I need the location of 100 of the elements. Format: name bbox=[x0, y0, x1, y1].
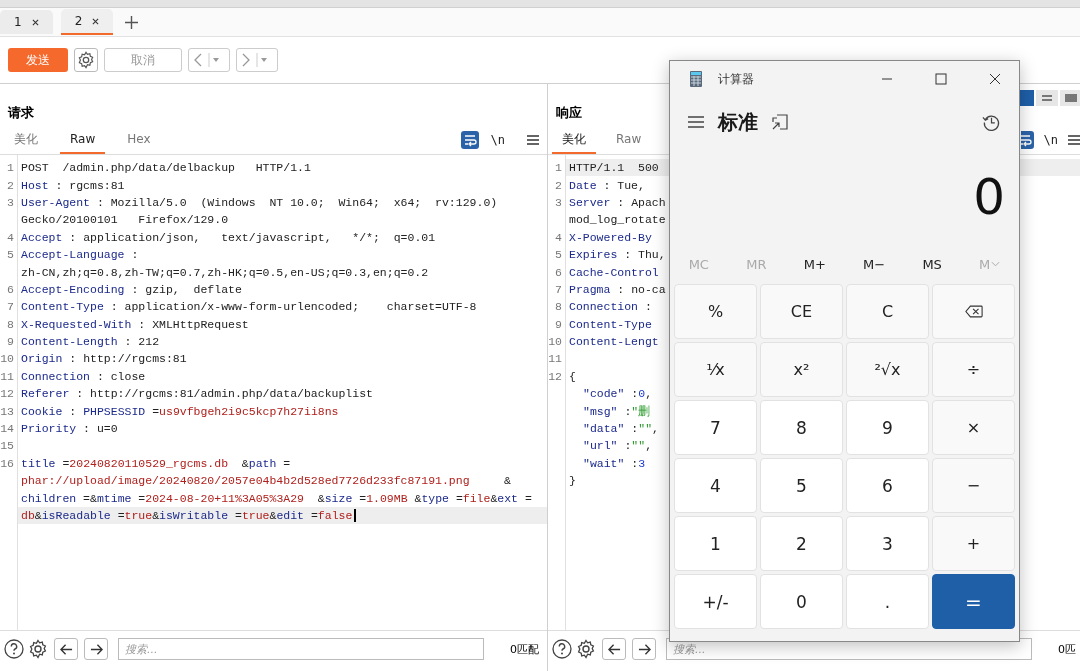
view-tab[interactable]: 美化 bbox=[4, 126, 48, 154]
code-line: Content-Type : application/x-www-form-urlencoded; charset=UTF-8 bbox=[20, 300, 477, 314]
calculator-key[interactable]: 2 bbox=[760, 516, 843, 571]
line-number: 11 bbox=[0, 369, 15, 383]
code-line: Content-Lengt bbox=[568, 335, 659, 349]
code-line: Pragma : no-ca bbox=[568, 282, 666, 296]
panel-title: 响应 bbox=[556, 104, 582, 122]
code-line: Expires : Thu, bbox=[568, 248, 666, 262]
newline-toggle[interactable]: \n bbox=[1043, 133, 1058, 147]
memory-button[interactable]: M− bbox=[863, 256, 886, 272]
repeater-tab[interactable]: 2 bbox=[60, 9, 114, 35]
code-line: "wait" :3 bbox=[582, 456, 646, 470]
calculator-key[interactable]: 9 bbox=[846, 400, 929, 455]
calculator-key[interactable]: 5 bbox=[760, 458, 843, 513]
code-line: "msg" :"删 bbox=[582, 403, 651, 419]
code-line: mod_log_rotate bbox=[568, 213, 666, 227]
calculator-key[interactable]: × bbox=[932, 400, 1015, 455]
calculator-key[interactable]: 6 bbox=[846, 458, 929, 513]
code-line: Priority : u=0 bbox=[20, 422, 118, 436]
line-number: 13 bbox=[0, 404, 15, 418]
code-line: Cookie : PHPSESSID =us9vfbgeh2i9c5kcp7h27ii8ns bbox=[20, 404, 339, 418]
code-line: Accept-Language : bbox=[20, 248, 139, 262]
panel-title: 请求 bbox=[8, 104, 34, 122]
memory-button[interactable]: M+ bbox=[803, 256, 826, 272]
calculator-key[interactable]: x² bbox=[760, 342, 843, 397]
calculator-key[interactable]: − bbox=[932, 458, 1015, 513]
code-line: Connection : bbox=[568, 300, 652, 314]
line-number: 7 bbox=[554, 282, 563, 296]
line-number: 4 bbox=[6, 230, 15, 244]
line-number: 7 bbox=[6, 300, 15, 314]
repeater-tab[interactable]: 1 bbox=[0, 10, 53, 34]
code-line: phar://upload/image/20240820/2057e04b4b2d528ed7726d233fc87191.png & bbox=[20, 474, 511, 488]
calculator-key[interactable]: . bbox=[846, 574, 929, 629]
code-line: Content-Length : 212 bbox=[20, 335, 160, 349]
code-line: Referer : http://rgcms:81/admin.php/data/backuplist bbox=[20, 387, 373, 401]
code-line: Date : Tue, bbox=[568, 178, 645, 192]
code-line: POST /admin.php/data/delbackup HTTP/1.1 bbox=[20, 161, 311, 175]
match-count: 0匹 bbox=[1058, 641, 1076, 657]
line-number: 16 bbox=[0, 456, 15, 470]
mode-title: 标准 bbox=[718, 108, 758, 136]
calculator-key[interactable]: ¹⁄x bbox=[674, 342, 757, 397]
calculator-key[interactable]: 4 bbox=[674, 458, 757, 513]
code-line: } bbox=[568, 474, 576, 488]
line-number: 6 bbox=[6, 282, 15, 296]
calculator-key[interactable]: C bbox=[846, 284, 929, 339]
line-number: 6 bbox=[554, 265, 563, 279]
line-number: 2 bbox=[6, 178, 15, 192]
line-number: 2 bbox=[554, 178, 563, 192]
code-line: Host : rgcms:81 bbox=[20, 178, 125, 192]
calculator-key[interactable]: 0 bbox=[760, 574, 843, 629]
code-line: Content-Type bbox=[568, 317, 652, 331]
line-number: 9 bbox=[6, 335, 15, 349]
line-number: 3 bbox=[6, 195, 15, 209]
calculator-key[interactable]: +/- bbox=[674, 574, 757, 629]
code-line: title =20240820110529_rgcms.db &path = bbox=[20, 456, 291, 470]
code-line: Connection : close bbox=[20, 369, 146, 383]
view-tab[interactable]: Raw bbox=[606, 126, 652, 154]
calculator-key[interactable]: ÷ bbox=[932, 342, 1015, 397]
search-field[interactable]: 搜索... bbox=[118, 638, 484, 660]
line-number: 5 bbox=[6, 248, 15, 262]
line-number: 8 bbox=[554, 300, 563, 314]
calculator-key[interactable]: 7 bbox=[674, 400, 757, 455]
view-tab[interactable]: Raw bbox=[60, 126, 106, 154]
code-line: "code" :0, bbox=[582, 387, 653, 401]
line-number: 12 bbox=[548, 369, 563, 383]
calculator-key[interactable]: CE bbox=[760, 284, 843, 339]
line-number: 14 bbox=[0, 422, 15, 436]
calculator-key[interactable]: = bbox=[932, 574, 1015, 629]
line-number: 9 bbox=[554, 317, 563, 331]
calculator-key[interactable]: 1 bbox=[674, 516, 757, 571]
line-number: 10 bbox=[0, 352, 15, 366]
line-number: 8 bbox=[6, 317, 15, 331]
code-line: Accept-Encoding : gzip, deflate bbox=[20, 282, 242, 296]
calculator-key[interactable]: ²√x bbox=[846, 342, 929, 397]
code-line: Gecko/20100101 Firefox/129.0 bbox=[20, 213, 229, 227]
code-line: children =&mtime =2024-08-20+11%3A05%3A29 &size =1.09MB &type =file&ext = bbox=[20, 491, 532, 505]
view-tab[interactable]: Hex bbox=[117, 126, 161, 154]
code-line: User-Agent : Mozilla/5.0 (Windows NT 10.0; Win64; x64; rv:129.0) bbox=[20, 195, 498, 209]
window-title: 计算器 bbox=[718, 70, 754, 88]
code-line: Cache-Control bbox=[568, 265, 659, 279]
calculator-key[interactable]: 8 bbox=[760, 400, 843, 455]
match-count: 0匹配 bbox=[510, 641, 539, 657]
view-tab[interactable]: 美化 bbox=[552, 126, 596, 154]
code-line: X-Requested-With : XMLHttpRequest bbox=[20, 317, 249, 331]
code-line: X-Powered-By bbox=[568, 230, 652, 244]
line-number: 4 bbox=[554, 230, 563, 244]
code-line: zh-CN,zh;q=0.8,zh-TW;q=0.7,zh-HK;q=0.5,en-US;q=0.3,en;q=0.2 bbox=[20, 265, 429, 279]
code-line: { bbox=[568, 369, 576, 383]
newline-toggle[interactable]: \n bbox=[490, 133, 505, 147]
line-number: 12 bbox=[0, 387, 15, 401]
calculator-key[interactable]: + bbox=[932, 516, 1015, 571]
line-number: 15 bbox=[0, 439, 15, 453]
memory-button[interactable]: MS bbox=[922, 256, 942, 272]
code-line: Origin : http://rgcms:81 bbox=[20, 352, 187, 366]
calculator-key[interactable]: % bbox=[674, 284, 757, 339]
line-number: 10 bbox=[548, 335, 563, 349]
line-number: 11 bbox=[548, 352, 563, 366]
line-number: 5 bbox=[554, 248, 563, 262]
line-number: 1 bbox=[6, 161, 15, 175]
calculator-key[interactable]: 3 bbox=[846, 516, 929, 571]
